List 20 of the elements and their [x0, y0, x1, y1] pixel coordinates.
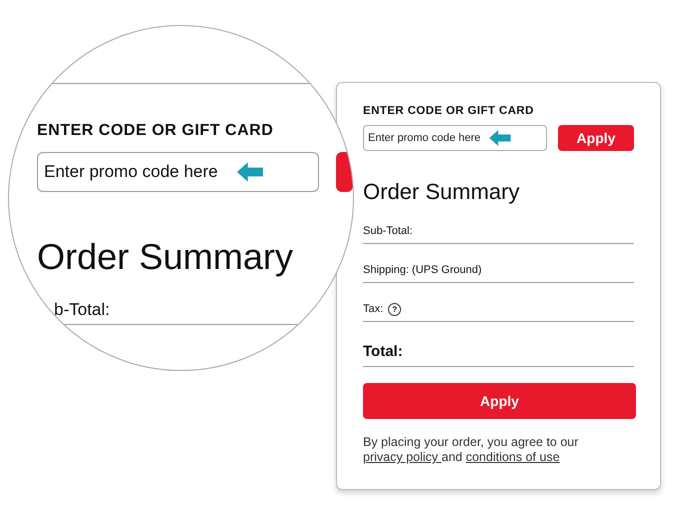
- line-label: Sub-Total:: [363, 225, 413, 237]
- total-label: Total:: [363, 342, 403, 360]
- line-label: b-Total:: [54, 300, 110, 319]
- apply-button-edge: [336, 152, 353, 192]
- arrow-icon: [489, 130, 511, 146]
- promo-code-field[interactable]: Enter promo code here: [37, 152, 319, 192]
- help-icon[interactable]: ?: [388, 302, 402, 316]
- conditions-link[interactable]: conditions of use: [466, 450, 560, 464]
- promo-heading: ENTER CODE OR GIFT CARD: [363, 105, 535, 117]
- privacy-policy-link[interactable]: privacy policy: [363, 450, 442, 464]
- line-label: Shipping: (UPS Ground): [363, 264, 482, 276]
- apply-promo-button[interactable]: Apply: [558, 125, 634, 151]
- order-summary-title: Order Summary: [37, 236, 294, 278]
- apply-button[interactable]: Apply: [363, 383, 636, 419]
- line-label: Tax:: [363, 303, 384, 315]
- promo-code-field[interactable]: Enter promo code here: [363, 125, 547, 151]
- arrow-icon: [237, 162, 263, 182]
- order-summary-title: Order Summary: [363, 179, 520, 205]
- legal-text: By placing your order, you agree to our privacy policy and conditions of use: [363, 435, 580, 465]
- promo-heading: ENTER CODE OR GIFT CARD: [37, 122, 274, 140]
